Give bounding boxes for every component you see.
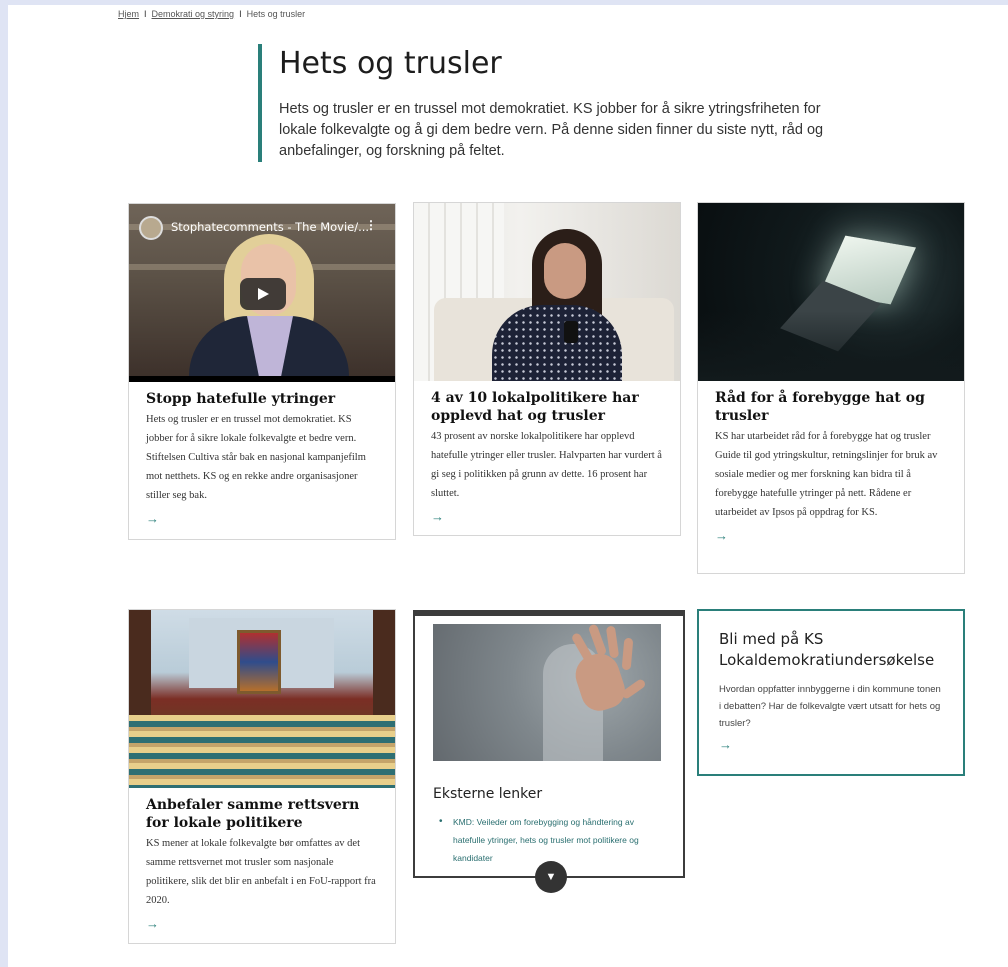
breadcrumb-current: Hets og trusler xyxy=(246,9,306,19)
hand-thumb xyxy=(620,677,647,701)
card-body: Råd for å forebygge hat og trusler KS ha… xyxy=(698,381,964,543)
external-links-title: Eksterne lenker xyxy=(433,786,543,802)
phone-icon xyxy=(564,321,578,343)
video-bottom-bar xyxy=(129,376,395,382)
page-title: Hets og trusler xyxy=(279,46,502,81)
hall-seat-rows xyxy=(129,715,395,788)
card-text: 43 prosent av norske lokalpolitikere har… xyxy=(431,431,662,499)
card-title[interactable]: Anbefaler samme rettsvern for lokale pol… xyxy=(146,796,378,832)
card-text: Hvordan oppfatter innbyggerne i din komm… xyxy=(719,684,941,729)
card-title[interactable]: Bli med på KS Lokaldemokratiundersøkelse xyxy=(719,629,943,671)
arrow-right-icon[interactable]: → xyxy=(146,511,378,526)
breadcrumb-home-link[interactable]: Hjem xyxy=(118,9,139,19)
external-links-card: Eksterne lenker KMD: Veileder om forebyg… xyxy=(413,610,685,893)
intro-text: Hets og trusler er en trussel mot demokr… xyxy=(279,101,824,159)
hall-pillar xyxy=(129,610,151,720)
card-image xyxy=(433,623,661,761)
card-title[interactable]: Stopp hatefulle ytringer xyxy=(146,390,378,408)
arrow-right-icon[interactable]: → xyxy=(431,509,663,524)
external-links-list: KMD: Veileder om forebygging og håndteri… xyxy=(439,813,664,867)
woman-face xyxy=(544,243,586,299)
more-options-icon[interactable]: ⋮ xyxy=(365,218,377,232)
bed-decor xyxy=(698,311,964,381)
arrow-right-icon[interactable]: → xyxy=(719,737,943,752)
card-title[interactable]: Råd for å forebygge hat og trusler xyxy=(715,389,947,425)
hall-pillar xyxy=(373,610,395,720)
arrow-right-icon[interactable]: → xyxy=(146,916,378,931)
card-body: Anbefaler samme rettsvern for lokale pol… xyxy=(129,788,395,931)
card-equal-legal-protection[interactable]: Anbefaler samme rettsvern for lokale pol… xyxy=(128,609,396,944)
card-text: KS har utarbeidet råd for å forebygge ha… xyxy=(715,431,938,518)
card-local-politicians-threats[interactable]: 4 av 10 lokalpolitikere har opplevd hat … xyxy=(413,202,681,536)
hand-finger xyxy=(605,625,620,659)
breadcrumb-separator: I xyxy=(239,9,242,19)
woman-top xyxy=(492,305,622,381)
play-icon[interactable] xyxy=(240,278,286,310)
card-image xyxy=(698,203,964,381)
page: Hjem I Demokrati og styring I Hets og tr… xyxy=(8,5,1008,967)
channel-avatar-icon[interactable] xyxy=(139,216,163,240)
card-text: Hets og trusler er en trussel mot demokr… xyxy=(146,414,366,501)
breadcrumb-separator: I xyxy=(144,9,147,19)
scroll-down-icon[interactable]: ▼ xyxy=(535,861,567,893)
card-image xyxy=(414,203,680,381)
card-image xyxy=(129,610,395,788)
breadcrumb-democracy-link[interactable]: Demokrati og styring xyxy=(152,9,235,19)
card-body: 4 av 10 lokalpolitikere har opplevd hat … xyxy=(414,381,680,524)
intro-section: Hets og trusler Hets og trusler er en tr… xyxy=(258,44,838,162)
card-stop-hateful-speech[interactable]: Stophatecomments - The Movie/... ⋮ Stopp… xyxy=(128,203,396,540)
external-link-kmd[interactable]: KMD: Veileder om forebygging og håndteri… xyxy=(439,813,664,867)
card-prevent-hate-advice[interactable]: Råd for å forebygge hat og trusler KS ha… xyxy=(697,202,965,574)
video-player[interactable]: Stophatecomments - The Movie/... ⋮ xyxy=(129,204,395,382)
card-title[interactable]: 4 av 10 lokalpolitikere har opplevd hat … xyxy=(431,389,663,425)
hand-finger xyxy=(621,637,634,671)
hall-tapestry xyxy=(237,630,281,694)
video-title[interactable]: Stophatecomments - The Movie/... xyxy=(171,220,369,234)
card-body: Stopp hatefulle ytringer Hets og trusler… xyxy=(129,382,395,526)
card-text: KS mener at lokale folkevalgte bør omfat… xyxy=(146,838,376,906)
breadcrumb: Hjem I Demokrati og styring I Hets og tr… xyxy=(118,9,305,19)
arrow-right-icon[interactable]: → xyxy=(715,528,947,543)
card-join-survey[interactable]: Bli med på KS Lokaldemokratiundersøkelse… xyxy=(697,609,965,776)
